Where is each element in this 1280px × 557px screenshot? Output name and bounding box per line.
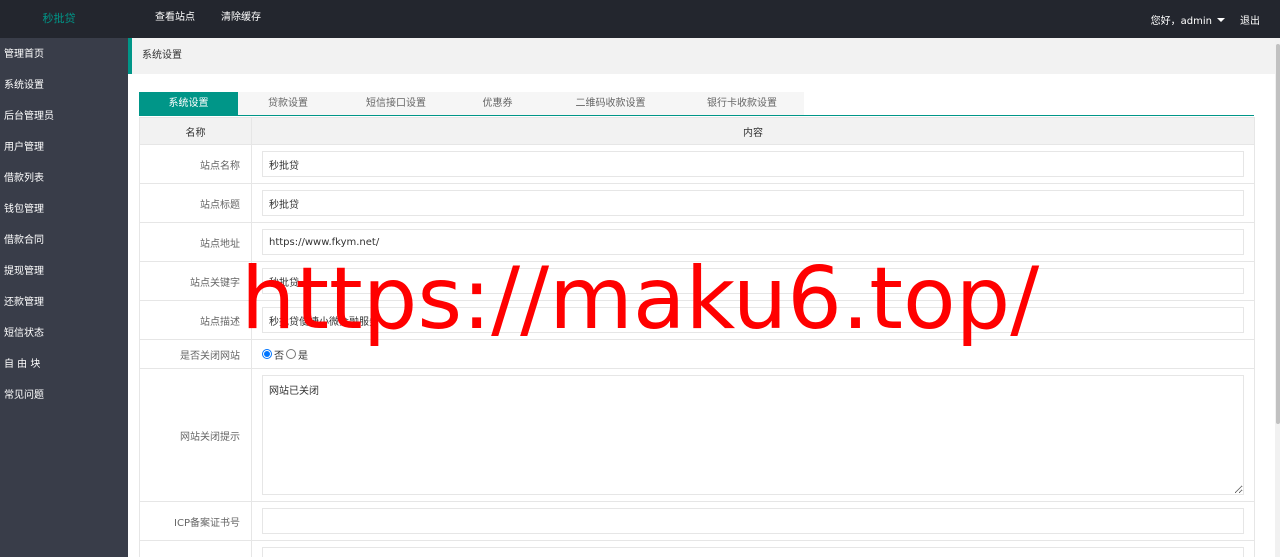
- clear-cache-link[interactable]: 清除缓存: [208, 0, 274, 38]
- sidebar-item-users[interactable]: 用户管理: [0, 132, 128, 163]
- site-url-input[interactable]: [262, 229, 1244, 255]
- sidebar-item-withdrawals[interactable]: 提现管理: [0, 256, 128, 287]
- site-keywords-label: 站点关键字: [139, 261, 252, 301]
- site-url-label: 站点地址: [139, 222, 252, 262]
- site-description-input[interactable]: [262, 307, 1244, 333]
- close-notice-textarea[interactable]: 网站已关闭: [262, 375, 1244, 495]
- table-row: 是否关闭网站 否 是: [139, 339, 1255, 369]
- close-notice-label: 网站关闭提示: [139, 368, 252, 502]
- user-menu[interactable]: 您好，admin: [1151, 12, 1233, 27]
- table-row: 站点标题: [139, 183, 1255, 223]
- top-nav: 查看站点 清除缓存: [142, 0, 274, 38]
- tab-sms-settings[interactable]: 短信接口设置: [338, 92, 454, 115]
- caret-down-icon: [1217, 17, 1225, 22]
- table-row: 站点地址: [139, 222, 1255, 262]
- site-name-label: 站点名称: [139, 144, 252, 184]
- close-site-yes-radio[interactable]: [286, 349, 296, 359]
- next-row-label: [139, 540, 252, 557]
- next-row-input[interactable]: [262, 547, 1244, 557]
- sidebar-item-repayments[interactable]: 还款管理: [0, 287, 128, 318]
- site-keywords-input[interactable]: [262, 268, 1244, 294]
- sidebar-item-sms-status[interactable]: 短信状态: [0, 318, 128, 349]
- table-row: 站点关键字: [139, 261, 1255, 301]
- sidebar-item-dashboard[interactable]: 管理首页: [0, 39, 128, 70]
- site-description-label: 站点描述: [139, 300, 252, 340]
- close-site-no-radio[interactable]: [262, 349, 272, 359]
- logout-link[interactable]: 退出: [1240, 12, 1260, 27]
- table-row: 站点名称: [139, 144, 1255, 184]
- sidebar: 管理首页 系统设置 后台管理员 用户管理 借款列表 钱包管理 借款合同 提现管理…: [0, 38, 128, 557]
- sidebar-item-wallet[interactable]: 钱包管理: [0, 194, 128, 225]
- sidebar-item-faq[interactable]: 常见问题: [0, 380, 128, 411]
- tab-loan-settings[interactable]: 贷款设置: [238, 92, 338, 115]
- tab-qrcode-payment[interactable]: 二维码收款设置: [541, 92, 680, 115]
- icp-input[interactable]: [262, 508, 1244, 534]
- table-row: ICP备案证书号: [139, 501, 1255, 541]
- icp-label: ICP备案证书号: [139, 501, 252, 541]
- view-site-link[interactable]: 查看站点: [142, 0, 208, 38]
- table-row: 网站关闭提示 网站已关闭: [139, 368, 1255, 502]
- main-content: 系统设置 系统设置 贷款设置 短信接口设置 优惠券 二维码收款设置 银行卡收款设…: [128, 38, 1275, 557]
- close-site-radio-group: 否 是: [262, 347, 1244, 362]
- settings-table: 名称 内容 站点名称 站点标题 站点地址 站点关键字 站点描述 是否关闭网站: [139, 117, 1255, 557]
- app-logo[interactable]: 秒批贷: [0, 0, 118, 38]
- sidebar-item-free-block[interactable]: 自 由 块: [0, 349, 128, 380]
- breadcrumb: 系统设置: [128, 38, 1275, 74]
- close-site-no-label[interactable]: 否: [274, 347, 284, 362]
- sidebar-item-contracts[interactable]: 借款合同: [0, 225, 128, 256]
- column-header-content: 内容: [251, 117, 1255, 145]
- table-header-row: 名称 内容: [139, 117, 1255, 145]
- user-greeting: 您好，admin: [1150, 15, 1212, 27]
- tab-bank-payment[interactable]: 银行卡收款设置: [680, 92, 804, 115]
- column-header-name: 名称: [139, 117, 252, 145]
- close-site-label: 是否关闭网站: [139, 339, 252, 369]
- top-bar: 秒批贷 查看站点 清除缓存 您好，admin 退出: [0, 0, 1280, 38]
- tab-system-settings[interactable]: 系统设置: [139, 92, 238, 115]
- sidebar-item-system-settings[interactable]: 系统设置: [0, 70, 128, 101]
- site-title-label: 站点标题: [139, 183, 252, 223]
- table-row: [139, 540, 1255, 557]
- sidebar-item-loans[interactable]: 借款列表: [0, 163, 128, 194]
- site-name-input[interactable]: [262, 151, 1244, 177]
- settings-tabs: 系统设置 贷款设置 短信接口设置 优惠券 二维码收款设置 银行卡收款设置: [139, 92, 1254, 116]
- sidebar-item-admins[interactable]: 后台管理员: [0, 101, 128, 132]
- table-row: 站点描述: [139, 300, 1255, 340]
- close-site-yes-label[interactable]: 是: [298, 347, 308, 362]
- scrollbar-thumb[interactable]: [1276, 44, 1280, 424]
- user-area: 您好，admin 退出: [1151, 0, 1260, 38]
- site-title-input[interactable]: [262, 190, 1244, 216]
- tab-coupons[interactable]: 优惠券: [454, 92, 541, 115]
